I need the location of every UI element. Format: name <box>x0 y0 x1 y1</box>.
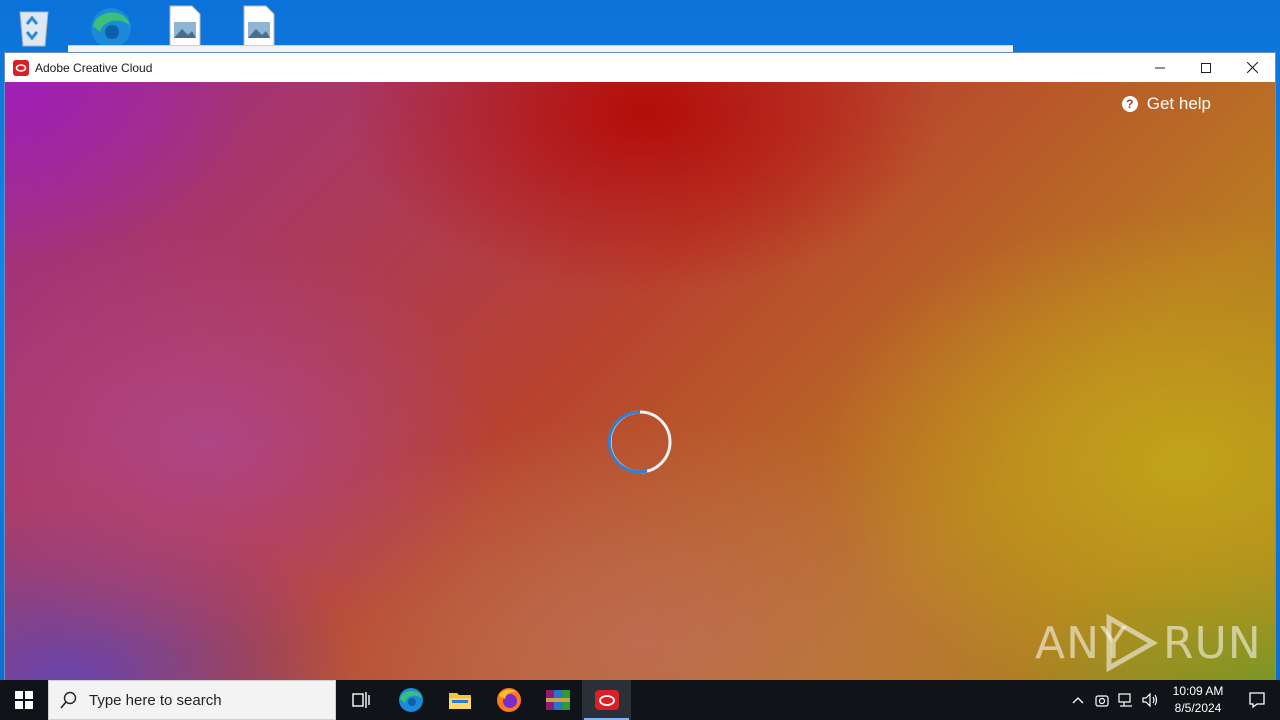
clock-time: 10:09 AM <box>1172 684 1224 698</box>
taskbar: Type here to search 10:09 AM 8/5/2024 <box>0 680 1280 720</box>
edge-desktop-icon[interactable] <box>86 4 134 48</box>
title-bar[interactable]: Adobe Creative Cloud <box>5 53 1275 82</box>
windows-logo-icon <box>15 691 33 709</box>
image-file-icon[interactable] <box>164 4 212 49</box>
taskbar-file-explorer[interactable] <box>435 680 484 720</box>
search-placeholder: Type here to search <box>89 691 222 709</box>
creative-cloud-icon <box>594 690 619 710</box>
creative-cloud-icon <box>13 59 29 76</box>
show-hidden-icons-chevron-up-icon[interactable] <box>1066 680 1090 720</box>
watermark-text-run: RUN <box>1163 618 1262 669</box>
play-logo-icon <box>1106 614 1159 672</box>
get-help-label: Get help <box>1146 94 1211 113</box>
search-icon <box>49 691 89 709</box>
firefox-icon <box>496 688 521 712</box>
creative-cloud-window: Adobe Creative Cloud ? Get help ANY RUN <box>4 52 1276 680</box>
winrar-icon <box>545 690 570 710</box>
task-view-button[interactable] <box>337 680 386 720</box>
system-tray: 10:09 AM 8/5/2024 <box>1066 680 1280 720</box>
minimize-button[interactable] <box>1137 53 1183 82</box>
task-view-icon <box>351 692 370 708</box>
volume-icon[interactable] <box>1138 680 1162 720</box>
loading-screen: ? Get help ANY RUN <box>5 82 1275 680</box>
meet-now-icon[interactable] <box>1090 680 1114 720</box>
clock-date: 8/5/2024 <box>1174 701 1222 715</box>
window-title: Adobe Creative Cloud <box>35 60 153 75</box>
start-button[interactable] <box>0 680 48 720</box>
network-icon[interactable] <box>1114 680 1138 720</box>
taskbar-winrar[interactable] <box>533 680 582 720</box>
folder-icon <box>448 693 471 709</box>
get-help-button[interactable]: ? Get help <box>1121 94 1211 114</box>
action-center-button[interactable] <box>1234 680 1280 720</box>
notification-icon <box>1249 692 1265 709</box>
edge-icon <box>398 688 423 712</box>
taskbar-search-box[interactable]: Type here to search <box>48 680 336 720</box>
taskbar-edge[interactable] <box>386 680 435 720</box>
taskbar-clock[interactable]: 10:09 AM 8/5/2024 <box>1162 683 1234 717</box>
loading-spinner-icon <box>607 410 672 474</box>
taskbar-creative-cloud[interactable] <box>582 680 631 720</box>
taskbar-firefox[interactable] <box>484 680 533 720</box>
close-button[interactable] <box>1229 53 1275 82</box>
maximize-button[interactable] <box>1183 53 1229 82</box>
anyrun-watermark: ANY RUN <box>1035 610 1261 674</box>
image-file-icon[interactable] <box>238 4 286 49</box>
help-icon: ? <box>1121 96 1138 112</box>
recycle-bin-icon[interactable] <box>12 4 60 48</box>
